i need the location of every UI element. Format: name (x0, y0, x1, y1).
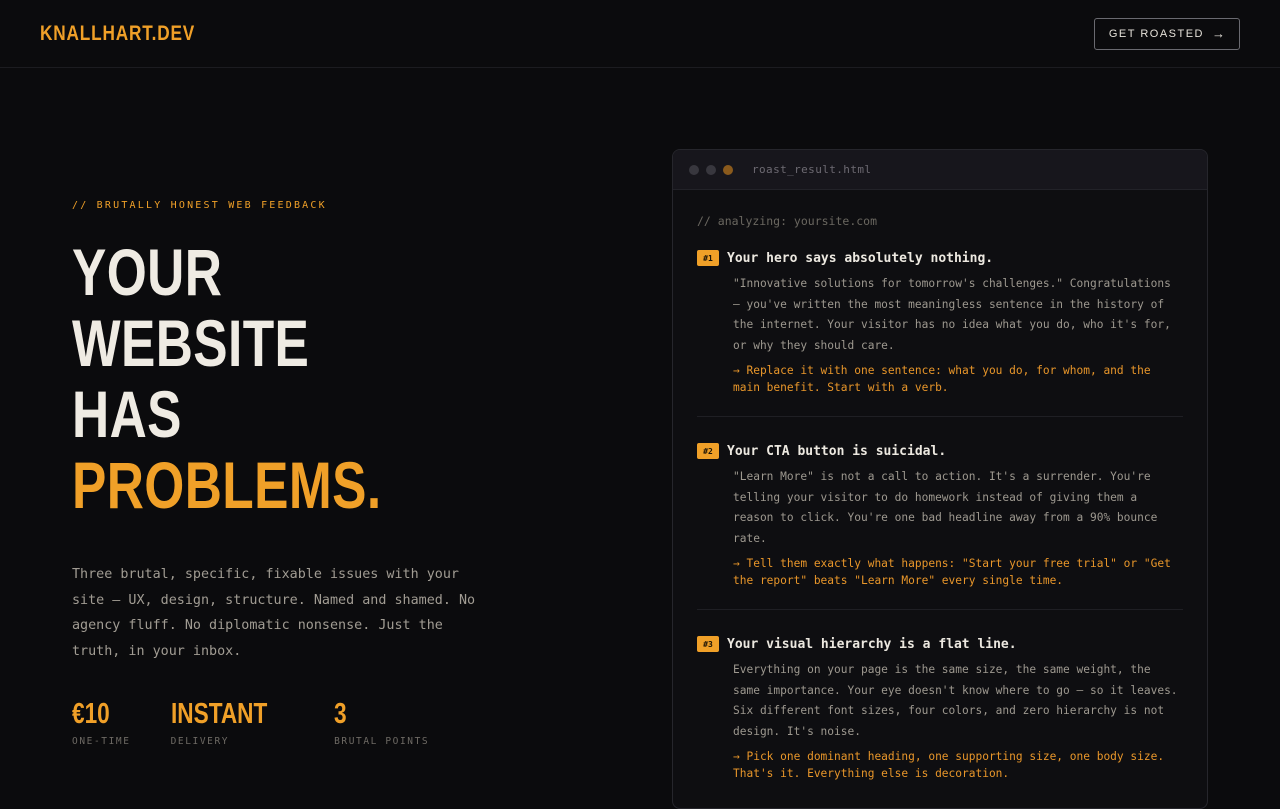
window-title: roast_result.html (752, 163, 872, 176)
hero-eyebrow: // BRUTALLY HONEST WEB FEEDBACK (72, 200, 327, 211)
roast-result-window: roast_result.html // analyzing: yoursite… (672, 149, 1208, 809)
issue-title: Your visual hierarchy is a flat line. (727, 636, 1017, 652)
window-dot-icon (706, 164, 716, 175)
window-dot-icon (723, 164, 733, 175)
issue-fix: → Pick one dominant heading, one support… (733, 750, 1165, 780)
site-logo[interactable]: KNALLHART.DEV (40, 22, 195, 46)
stat-price: €10 ONE-TIME (72, 698, 131, 747)
issue-badge: #2 (697, 443, 719, 459)
issue-badge: #3 (697, 636, 719, 652)
headline-line-2: WEBSITE (72, 306, 310, 380)
get-roasted-button[interactable]: GET ROASTED → (1093, 17, 1240, 50)
stats-row: €10 ONE-TIME INSTANT DELIVERY 3 BRUTAL P… (72, 698, 469, 747)
stat-value: INSTANT (170, 698, 267, 730)
issue-header: #3 Your visual hierarchy is a flat line. (697, 636, 1183, 652)
issue-item: #1 Your hero says absolutely nothing. "I… (697, 228, 1183, 396)
issue-fix: → Tell them exactly what happens: "Start… (733, 557, 1171, 587)
issue-item: #3 Your visual hierarchy is a flat line.… (697, 609, 1183, 782)
stat-label: ONE-TIME (72, 736, 131, 747)
hero-section: // BRUTALLY HONEST WEB FEEDBACK YOUR WEB… (72, 200, 512, 747)
issue-item: #2 Your CTA button is suicidal. "Learn M… (697, 416, 1183, 589)
issue-text: Everything on your page is the same size… (733, 663, 1178, 738)
stat-value: €10 (72, 698, 110, 730)
issue-fix: → Replace it with one sentence: what you… (733, 364, 1151, 394)
issue-title: Your hero says absolutely nothing. (727, 250, 994, 266)
issue-text: "Learn More" is not a call to action. It… (733, 470, 1158, 545)
issue-text: "Innovative solutions for tomorrow's cha… (733, 277, 1171, 352)
navbar: KNALLHART.DEV GET ROASTED → (0, 0, 1280, 68)
window-dot-icon (689, 164, 699, 175)
headline-line-1: YOUR (72, 235, 223, 309)
headline-accent: PROBLEMS. (72, 448, 382, 522)
window-body: // analyzing: yoursite.com #1 Your hero … (673, 190, 1207, 782)
get-roasted-label: GET ROASTED (1108, 27, 1204, 40)
window-titlebar: roast_result.html (673, 150, 1207, 190)
stat-points: 3 BRUTAL POINTS (334, 698, 429, 747)
headline-line-3: HAS (72, 377, 182, 451)
issue-title: Your CTA button is suicidal. (727, 443, 947, 459)
hero-lead: Three brutal, specific, fixable issues w… (72, 567, 476, 659)
analyzing-line: // analyzing: yoursite.com (697, 214, 878, 228)
stat-label: BRUTAL POINTS (334, 736, 430, 747)
hero-headline: YOUR WEBSITE HAS PROBLEMS. (72, 237, 415, 521)
stat-value: 3 (334, 698, 347, 730)
issue-header: #1 Your hero says absolutely nothing. (697, 250, 1183, 266)
arrow-right-icon: → (1212, 26, 1225, 41)
stat-label: DELIVERY (170, 736, 230, 747)
issue-badge: #1 (697, 250, 719, 266)
issue-header: #2 Your CTA button is suicidal. (697, 443, 1183, 459)
stat-delivery: INSTANT DELIVERY (171, 698, 295, 747)
